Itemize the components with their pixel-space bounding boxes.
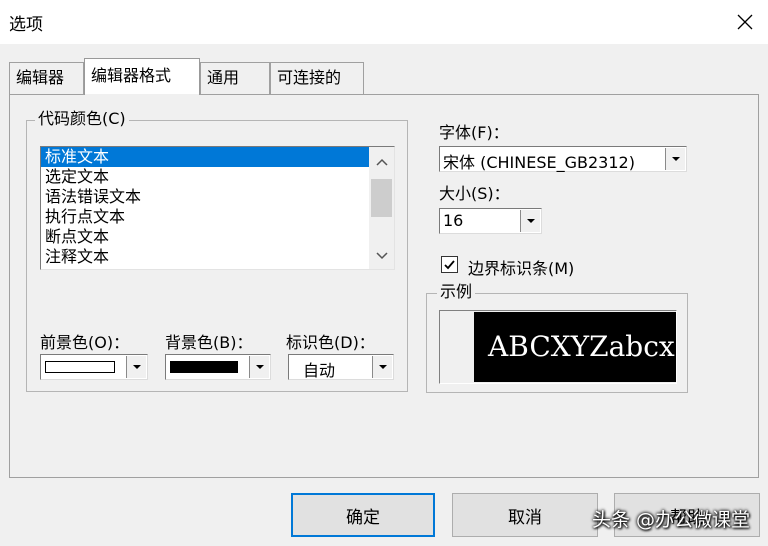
dropdown-arrow-icon [526,219,535,223]
list-item[interactable]: 语法错误文本 [41,187,394,207]
size-select[interactable]: 16 [439,208,542,234]
foreground-color-select[interactable] [40,354,148,380]
chevron-down-icon [375,252,388,260]
dropdown-button[interactable] [126,356,146,378]
font-label: 字体(F)： [439,123,509,142]
tab-editor-format[interactable]: 编辑器格式 [84,58,200,97]
close-button[interactable] [725,4,765,40]
list-item[interactable]: 选定文本 [41,167,394,187]
code-colors-list[interactable]: 标准文本 选定文本 语法错误文本 执行点文本 断点文本 注释文本 [40,146,395,270]
dropdown-arrow-icon [378,365,387,369]
size-label: 大小(S)： [439,184,510,203]
font-value: 宋体 (CHINESE_GB2312) [443,153,635,172]
tab-label: 通用 [207,68,240,87]
margin-indicator-label: 边界标识条(M) [468,259,575,278]
indicator-color-select[interactable]: 自动 [288,354,394,380]
cancel-button[interactable]: 取消 [452,493,598,537]
tab-panel-editor-format: 代码颜色(C) 标准文本 选定文本 语法错误文本 执行点文本 断点文本 注释文本 [9,94,759,478]
tab-label: 编辑器 [16,68,65,87]
tab-editor[interactable]: 编辑器 [9,62,84,94]
dialog-client: 编辑器 编辑器格式 通用 可连接的 代码颜色(C) 标准文本 选定文本 语法错误… [0,44,768,546]
list-item[interactable]: 执行点文本 [41,207,394,227]
watermark: 头条 @办公微课堂 [592,509,751,531]
tab-general[interactable]: 通用 [200,62,270,94]
foreground-swatch [45,361,115,373]
close-icon [737,14,753,30]
sample-text: ABCXYZabcx [474,312,676,382]
checkmark-icon [444,260,455,270]
sample-label: 示例 [437,283,476,301]
font-select[interactable]: 宋体 (CHINESE_GB2312) [439,146,687,172]
code-colors-label: 代码颜色(C) [35,110,129,128]
dropdown-button[interactable] [249,356,269,378]
ok-button[interactable]: 确定 [291,493,435,537]
chevron-up-icon [375,158,388,166]
title-bar: 选项 [0,0,768,44]
list-item[interactable]: 注释文本 [41,247,394,267]
indicator-value: 自动 [303,361,336,380]
background-color-select[interactable] [165,354,271,380]
dropdown-button[interactable] [520,210,540,232]
sample-group: 示例 ABCXYZabcx [426,283,688,393]
code-colors-group: 代码颜色(C) 标准文本 选定文本 语法错误文本 执行点文本 断点文本 注释文本 [26,110,408,392]
dropdown-arrow-icon [132,365,141,369]
foreground-label: 前景色(O)： [40,333,130,352]
background-swatch [170,361,238,373]
margin-indicator-checkbox[interactable] [441,256,458,273]
dropdown-button[interactable] [372,356,392,378]
background-label: 背景色(B)： [165,333,253,352]
dropdown-arrow-icon [671,157,680,161]
tab-dockable[interactable]: 可连接的 [270,62,364,94]
scroll-thumb[interactable] [371,179,392,217]
sample-preview: ABCXYZabcx [439,310,677,384]
window-title: 选项 [9,15,43,35]
list-scrollbar[interactable] [369,147,394,269]
tab-label: 可连接的 [277,68,342,87]
dropdown-button[interactable] [665,148,685,170]
indicator-label: 标识色(D)： [286,333,375,352]
list-item[interactable]: 断点文本 [41,227,394,247]
scroll-up-button[interactable] [369,151,394,173]
size-value: 16 [443,211,464,230]
dropdown-arrow-icon [255,365,264,369]
scroll-down-button[interactable] [369,245,394,267]
tab-label: 编辑器格式 [91,66,172,85]
list-item[interactable]: 标准文本 [41,147,394,167]
